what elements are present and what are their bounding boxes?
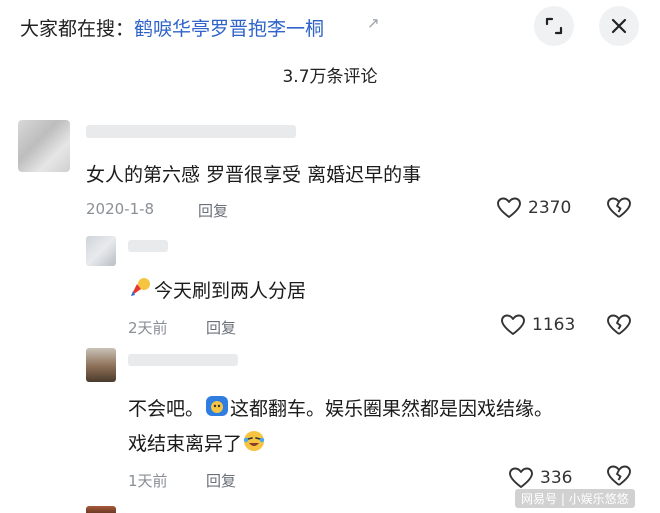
thumbs-emoji-icon xyxy=(128,276,154,305)
like-button[interactable]: 1163 xyxy=(500,313,575,337)
broken-heart-icon xyxy=(607,197,631,218)
dislike-button[interactable] xyxy=(606,196,632,224)
like-count: 1163 xyxy=(532,315,576,335)
comment-text-part2: 这都翻车。娱乐圈果然都是因戏结缘。 xyxy=(230,398,554,420)
top-bar: 大家都在搜：鹤唳华亭罗晋抱李一桐 ↗ xyxy=(0,0,660,56)
username-blurred[interactable] xyxy=(128,240,168,252)
heart-icon xyxy=(501,314,525,335)
dislike-button[interactable] xyxy=(606,313,632,341)
comment-count: 3.7万条评论 xyxy=(282,67,378,87)
comment-text: 女人的第六感 罗晋很享受 离婚迟早的事 xyxy=(86,164,422,186)
heart-icon xyxy=(509,467,533,488)
comment-text-body: 今天刷到两人分居 xyxy=(154,280,307,302)
expand-button[interactable] xyxy=(534,6,574,46)
username-blurred[interactable] xyxy=(86,125,296,138)
trending-search[interactable]: 大家都在搜：鹤唳华亭罗晋抱李一桐 xyxy=(20,14,324,41)
reply-button[interactable]: 回复 xyxy=(206,470,236,491)
like-count: 336 xyxy=(540,468,573,488)
comment-date: 2天前 xyxy=(128,319,168,337)
comment-text: 今天刷到两人分居 xyxy=(128,276,306,305)
expand-icon xyxy=(545,17,563,35)
trending-search-prefix: 大家都在搜： xyxy=(20,18,135,40)
avatar[interactable] xyxy=(86,506,116,513)
comment-text-part3: 戏结束离异了 xyxy=(128,433,243,455)
comment-text-part1: 不会吧。 xyxy=(128,398,205,420)
broken-heart-icon xyxy=(607,465,631,486)
crying-laughing-emoji-icon xyxy=(242,429,266,458)
close-icon xyxy=(611,18,627,34)
avatar[interactable] xyxy=(86,348,116,382)
like-button[interactable]: 336 xyxy=(508,466,572,490)
comment-date: 1天前 xyxy=(128,472,168,490)
reply-button[interactable]: 回复 xyxy=(198,200,228,221)
search-arrow-icon[interactable]: ↗ xyxy=(367,14,380,32)
reply-button[interactable]: 回复 xyxy=(206,317,236,338)
comment-text-line2: 戏结束离异了 xyxy=(128,429,266,458)
avatar[interactable] xyxy=(86,236,116,266)
close-button[interactable] xyxy=(599,6,639,46)
like-count: 2370 xyxy=(528,198,572,218)
dislike-button[interactable] xyxy=(606,464,632,492)
watermark: 网易号 | 小娱乐悠悠 xyxy=(515,489,635,508)
like-button[interactable]: 2370 xyxy=(496,196,571,220)
broken-heart-icon xyxy=(607,314,631,335)
comment-text: 不会吧。 这都翻车。娱乐圈果然都是因戏结缘。 xyxy=(128,394,553,423)
avatar[interactable] xyxy=(18,120,70,172)
comment-date: 2020-1-8 xyxy=(86,200,155,218)
heart-icon xyxy=(497,197,521,218)
username-blurred[interactable] xyxy=(128,354,238,366)
blue-face-emoji-icon xyxy=(204,394,230,423)
trending-search-term[interactable]: 鹤唳华亭罗晋抱李一桐 xyxy=(134,18,324,40)
